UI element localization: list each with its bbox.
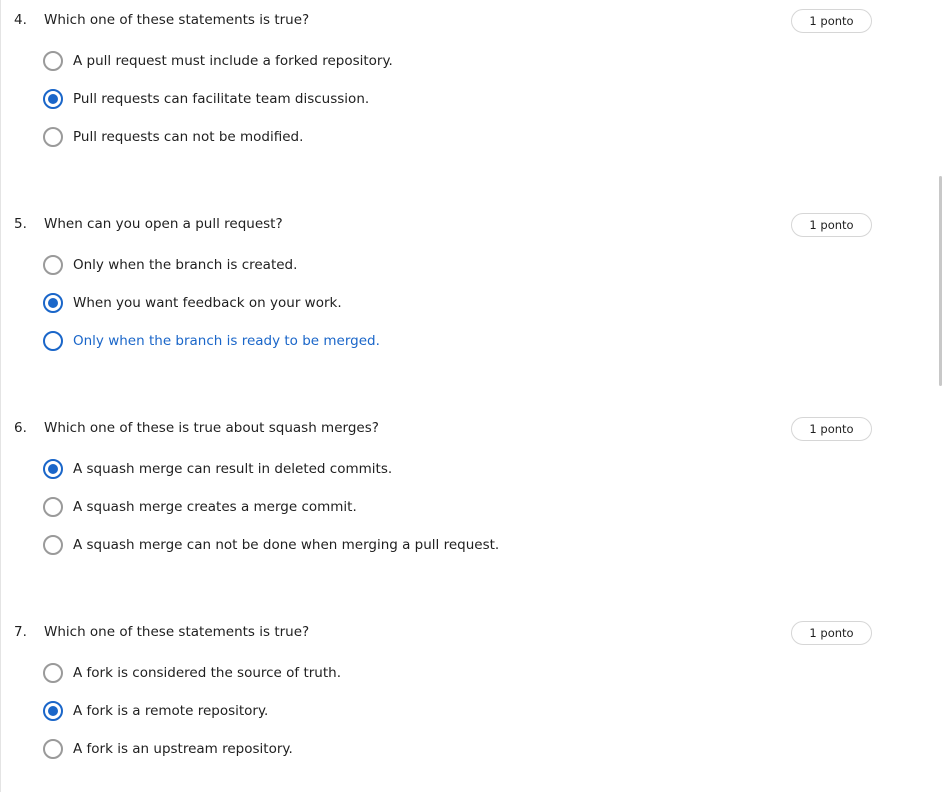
radio-button[interactable] xyxy=(43,663,63,683)
option-label: A fork is a remote repository. xyxy=(73,703,269,719)
points-badge: 1 ponto xyxy=(791,621,872,645)
option-6-c[interactable]: A squash merge can not be done when merg… xyxy=(43,526,499,564)
option-7-b[interactable]: A fork is a remote repository. xyxy=(43,692,341,730)
options-group: A fork is considered the source of truth… xyxy=(43,654,341,768)
option-4-b[interactable]: Pull requests can facilitate team discus… xyxy=(43,80,393,118)
question-6: 6. Which one of these is true about squa… xyxy=(1,408,942,612)
radio-button[interactable] xyxy=(43,497,63,517)
option-label: When you want feedback on your work. xyxy=(73,295,342,311)
radio-button[interactable] xyxy=(43,535,63,555)
radio-button[interactable] xyxy=(43,89,63,109)
option-label: Pull requests can not be modified. xyxy=(73,129,304,145)
question-text: Which one of these is true about squash … xyxy=(44,420,379,436)
option-6-b[interactable]: A squash merge creates a merge commit. xyxy=(43,488,499,526)
question-text: Which one of these statements is true? xyxy=(44,624,310,640)
option-4-a[interactable]: A pull request must include a forked rep… xyxy=(43,42,393,80)
option-label: Pull requests can facilitate team discus… xyxy=(73,91,370,107)
points-badge: 1 ponto xyxy=(791,9,872,33)
option-label: A fork is an upstream repository. xyxy=(73,741,293,757)
option-5-a[interactable]: Only when the branch is created. xyxy=(43,246,380,284)
radio-button[interactable] xyxy=(43,331,63,351)
option-7-c[interactable]: A fork is an upstream repository. xyxy=(43,730,341,768)
question-4: 4. Which one of these statements is true… xyxy=(1,0,942,204)
option-label: A squash merge creates a merge commit. xyxy=(73,499,357,515)
option-label: Only when the branch is ready to be merg… xyxy=(73,333,380,349)
radio-button[interactable] xyxy=(43,255,63,275)
option-label: A pull request must include a forked rep… xyxy=(73,53,393,69)
quiz-page: 4. Which one of these statements is true… xyxy=(0,0,942,792)
option-label: Only when the branch is created. xyxy=(73,257,298,273)
radio-button[interactable] xyxy=(43,127,63,147)
points-badge: 1 ponto xyxy=(791,213,872,237)
option-label: A squash merge can result in deleted com… xyxy=(73,461,393,477)
option-7-a[interactable]: A fork is considered the source of truth… xyxy=(43,654,341,692)
radio-button[interactable] xyxy=(43,739,63,759)
option-6-a[interactable]: A squash merge can result in deleted com… xyxy=(43,450,499,488)
option-label: A squash merge can not be done when merg… xyxy=(73,537,500,553)
option-5-b[interactable]: When you want feedback on your work. xyxy=(43,284,380,322)
question-number: 5. xyxy=(14,216,27,232)
question-5: 5. When can you open a pull request? 1 p… xyxy=(1,204,942,408)
radio-button[interactable] xyxy=(43,459,63,479)
option-5-c[interactable]: Only when the branch is ready to be merg… xyxy=(43,322,380,360)
radio-button[interactable] xyxy=(43,701,63,721)
options-group: A squash merge can result in deleted com… xyxy=(43,450,499,564)
question-text: When can you open a pull request? xyxy=(44,216,283,232)
radio-button[interactable] xyxy=(43,293,63,313)
options-group: A pull request must include a forked rep… xyxy=(43,42,393,156)
radio-button[interactable] xyxy=(43,51,63,71)
options-group: Only when the branch is created. When yo… xyxy=(43,246,380,360)
question-7: 7. Which one of these statements is true… xyxy=(1,612,942,792)
question-number: 6. xyxy=(14,420,27,436)
option-label: A fork is considered the source of truth… xyxy=(73,665,342,681)
points-badge: 1 ponto xyxy=(791,417,872,441)
question-number: 4. xyxy=(14,12,27,28)
question-text: Which one of these statements is true? xyxy=(44,12,310,28)
question-number: 7. xyxy=(14,624,27,640)
option-4-c[interactable]: Pull requests can not be modified. xyxy=(43,118,393,156)
